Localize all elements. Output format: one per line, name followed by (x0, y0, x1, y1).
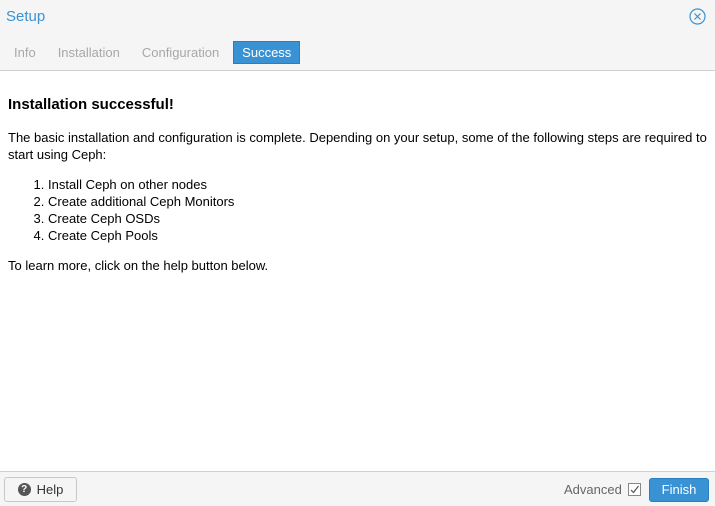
list-item: Install Ceph on other nodes (48, 176, 707, 193)
next-steps-list: Install Ceph on other nodes Create addit… (8, 176, 707, 244)
learn-more-text: To learn more, click on the help button … (8, 258, 269, 273)
tab-configuration[interactable]: Configuration (134, 41, 227, 64)
tab-info[interactable]: Info (6, 41, 44, 64)
success-heading: Installation successful! (8, 96, 174, 113)
success-panel: Installation successful! The basic insta… (0, 71, 715, 471)
window-footer: ? Help Advanced Finish (0, 471, 715, 506)
setup-window: Setup Info Installation Configuration Su… (0, 0, 715, 506)
close-button[interactable] (689, 8, 706, 25)
advanced-label: Advanced (564, 482, 622, 497)
window-header: Setup Info Installation Configuration Su… (0, 0, 715, 71)
checkmark-icon (630, 485, 639, 494)
window-title: Setup (6, 8, 46, 25)
tab-installation[interactable]: Installation (50, 41, 128, 64)
list-item: Create Ceph Pools (48, 227, 707, 244)
tab-success[interactable]: Success (233, 41, 301, 64)
list-item: Create Ceph OSDs (48, 210, 707, 227)
advanced-checkbox[interactable] (628, 483, 641, 496)
finish-button[interactable]: Finish (649, 478, 709, 502)
wizard-tabs: Info Installation Configuration Success (6, 41, 306, 64)
list-item: Create additional Ceph Monitors (48, 193, 707, 210)
help-button-label: Help (36, 482, 64, 497)
close-circle-icon (689, 8, 706, 25)
intro-text: The basic installation and configuration… (8, 130, 707, 162)
question-circle-icon: ? (17, 483, 31, 496)
help-button[interactable]: ? Help (4, 477, 77, 502)
